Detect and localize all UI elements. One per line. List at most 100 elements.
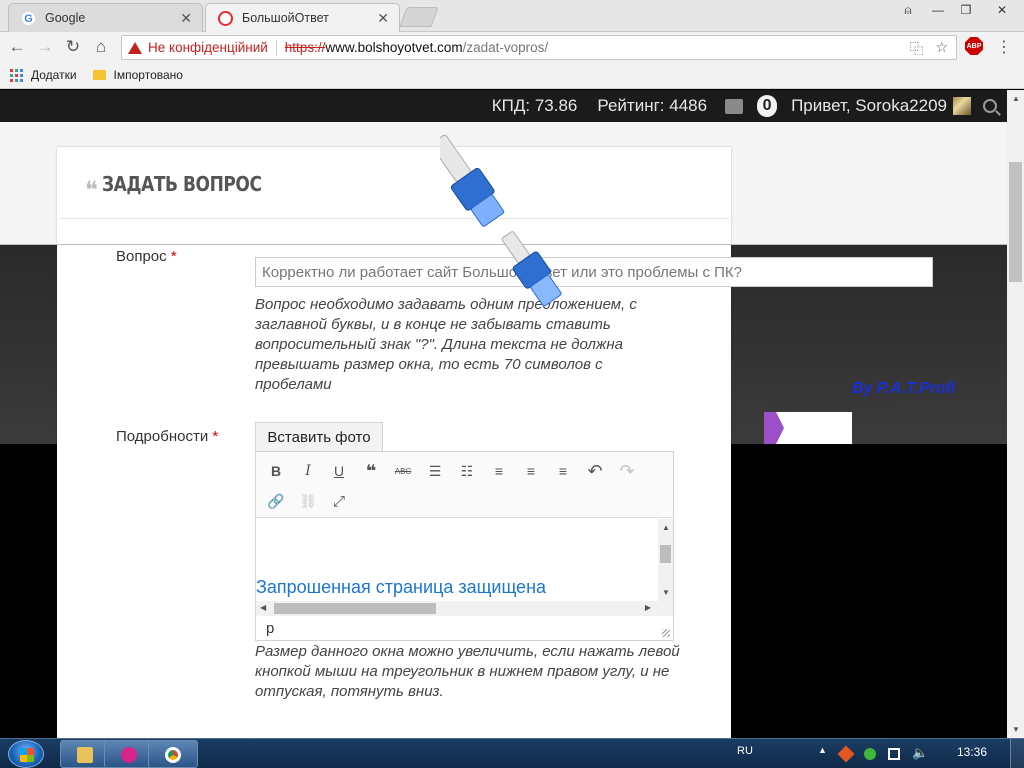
scroll-down-icon[interactable]: ▼ bbox=[1012, 725, 1020, 734]
browser-toolbar: ← → ↻ ⌂ Не конфіденційний https:// www.b… bbox=[0, 32, 1024, 62]
apps-grid-icon bbox=[10, 68, 23, 82]
strikethrough-icon[interactable]: ABC bbox=[392, 460, 414, 482]
credit-prefix: By bbox=[852, 380, 873, 397]
adblock-plus-icon[interactable]: ABP bbox=[965, 37, 983, 55]
editor-element-path: p bbox=[266, 619, 275, 637]
webcam-app-icon bbox=[121, 747, 137, 763]
details-label: Подробности * bbox=[116, 428, 218, 445]
network-icon[interactable] bbox=[888, 748, 900, 760]
bookmark-apps[interactable]: Додатки bbox=[10, 68, 77, 82]
page-scrollbar[interactable]: ▲ ▼ bbox=[1007, 90, 1024, 738]
address-bar[interactable]: Не конфіденційний https:// www.bolshoyot… bbox=[121, 35, 957, 60]
card-header: ❝ ЗАДАТЬ ВОПРОС bbox=[59, 149, 729, 219]
redo-icon[interactable]: ↷ bbox=[616, 460, 638, 482]
numbered-list-icon[interactable]: ☷ bbox=[456, 460, 478, 482]
credit-name: P.A.T.Profi bbox=[876, 380, 956, 397]
scroll-up-icon[interactable]: ▲ bbox=[1012, 94, 1020, 103]
required-mark: * bbox=[170, 248, 177, 265]
insert-photo-button[interactable]: Вставить фото bbox=[255, 422, 383, 452]
tab-bolshoyotvet[interactable]: БольшойОтвет ✕ bbox=[205, 3, 400, 32]
google-g-icon: G bbox=[21, 11, 36, 26]
chrome-icon bbox=[165, 747, 181, 763]
opera-o-icon bbox=[218, 11, 233, 26]
align-center-icon[interactable]: ≡ bbox=[520, 460, 542, 482]
taskbar-app[interactable] bbox=[104, 740, 154, 768]
editor-vertical-scrollbar[interactable]: ▲ ▼ bbox=[658, 519, 673, 601]
chat-icon[interactable] bbox=[725, 98, 744, 114]
tray-expand-icon[interactable]: ▲ bbox=[818, 745, 827, 755]
folder-icon bbox=[77, 747, 93, 763]
reload-icon[interactable]: ↻ bbox=[62, 36, 84, 58]
user-greeting[interactable]: Привет, Soroka2209 bbox=[791, 96, 947, 116]
bookmark-star-icon[interactable]: ☆ bbox=[935, 39, 948, 59]
link-icon[interactable]: 🔗 bbox=[265, 490, 287, 512]
resize-grip-icon[interactable] bbox=[662, 629, 670, 637]
divider bbox=[275, 39, 277, 56]
bold-icon[interactable]: B bbox=[265, 460, 287, 482]
unlink-icon[interactable]: ⛓ bbox=[297, 490, 319, 512]
scroll-thumb[interactable] bbox=[1009, 162, 1022, 282]
tray-app-icon[interactable] bbox=[837, 745, 855, 763]
bulleted-list-icon[interactable]: ☰ bbox=[424, 460, 446, 482]
close-icon[interactable]: ✕ bbox=[377, 10, 389, 27]
user-profile-icon[interactable]: ⍝ bbox=[894, 0, 922, 20]
minimize-icon[interactable]: — bbox=[924, 0, 952, 20]
bookmarks-bar: Додатки Імпортовано bbox=[0, 62, 1024, 89]
required-mark: * bbox=[212, 428, 219, 445]
close-icon[interactable]: ✕ bbox=[180, 10, 192, 27]
translate-icon[interactable]: ⿻ bbox=[909, 39, 923, 59]
tab-google[interactable]: G Google ✕ bbox=[8, 3, 203, 32]
blockquote-icon[interactable]: ❝ bbox=[360, 460, 382, 482]
align-left-icon[interactable]: ≡ bbox=[488, 460, 510, 482]
stats-tag-icon bbox=[764, 412, 784, 444]
question-label-text: Вопрос bbox=[116, 248, 167, 265]
start-button[interactable] bbox=[8, 740, 44, 768]
scroll-thumb[interactable] bbox=[660, 545, 671, 563]
back-arrow-icon[interactable]: ← bbox=[6, 36, 28, 58]
question-input[interactable] bbox=[255, 257, 933, 287]
avatar[interactable] bbox=[953, 97, 971, 115]
undo-icon[interactable]: ↶ bbox=[584, 460, 606, 482]
windows-taskbar: RU ▲ 🔈 13:36 bbox=[0, 738, 1024, 768]
editor-toolbar: B I U ❝ ABC ☰ ☷ ≡ ≡ ≡ ↶ ↷ 🔗 ⛓ ⤢ bbox=[256, 452, 673, 518]
new-tab-button[interactable] bbox=[399, 7, 439, 27]
restore-icon[interactable]: ❐ bbox=[952, 0, 980, 20]
close-window-icon[interactable]: ✕ bbox=[984, 0, 1020, 20]
browser-menu-icon[interactable]: ⋮ bbox=[996, 37, 1012, 57]
editor-hint: Размер данного окна можно увеличить, есл… bbox=[255, 643, 680, 700]
volume-icon[interactable]: 🔈 bbox=[912, 745, 928, 761]
ethernet-cable-icon bbox=[440, 134, 562, 307]
search-icon[interactable] bbox=[983, 99, 997, 113]
align-right-icon[interactable]: ≡ bbox=[552, 460, 574, 482]
clock-time[interactable]: 13:36 bbox=[957, 745, 987, 759]
tab-strip: G Google ✕ БольшойОтвет ✕ ⍝ — ❐ ✕ bbox=[0, 0, 1024, 32]
tab-title: Google bbox=[45, 11, 86, 25]
scroll-up-icon[interactable]: ▲ bbox=[662, 523, 670, 532]
security-warning[interactable]: Не конфіденційний bbox=[128, 40, 268, 55]
taskbar-explorer[interactable] bbox=[60, 740, 110, 768]
italic-icon[interactable]: I bbox=[297, 460, 319, 482]
language-indicator[interactable]: RU bbox=[737, 745, 753, 757]
scroll-down-icon[interactable]: ▼ bbox=[662, 588, 670, 597]
details-editor: B I U ❝ ABC ☰ ☷ ≡ ≡ ≡ ↶ ↷ 🔗 ⛓ ⤢ Запрошен… bbox=[255, 451, 674, 641]
side-widget[interactable] bbox=[764, 412, 852, 444]
forward-arrow-icon[interactable]: → bbox=[34, 36, 56, 58]
bookmark-imported[interactable]: Імпортовано bbox=[87, 68, 183, 82]
quote-icon: ❝ bbox=[85, 175, 98, 204]
warning-triangle-icon bbox=[128, 41, 142, 54]
underline-icon[interactable]: U bbox=[328, 460, 350, 482]
scroll-right-icon[interactable]: ▶ bbox=[645, 603, 651, 612]
home-icon[interactable]: ⌂ bbox=[90, 36, 112, 58]
page-viewport: КПД: 73.86 Рейтинг: 4486 0 Привет, Sorok… bbox=[0, 90, 1007, 738]
details-label-text: Подробности bbox=[116, 428, 209, 445]
scroll-left-icon[interactable]: ◀ bbox=[260, 603, 266, 612]
editor-content[interactable]: Запрошенная страница защищена bbox=[256, 519, 658, 601]
editor-horizontal-scrollbar[interactable]: ◀ ▶ bbox=[256, 601, 673, 616]
taskbar-chrome[interactable] bbox=[148, 740, 198, 768]
tray-check-icon[interactable] bbox=[864, 748, 876, 760]
bookmark-label: Додатки bbox=[31, 68, 77, 82]
scroll-thumb[interactable] bbox=[274, 603, 436, 614]
fullscreen-icon[interactable]: ⤢ bbox=[328, 490, 350, 512]
notifications-badge[interactable]: 0 bbox=[757, 95, 778, 117]
show-desktop-button[interactable] bbox=[1010, 739, 1024, 768]
